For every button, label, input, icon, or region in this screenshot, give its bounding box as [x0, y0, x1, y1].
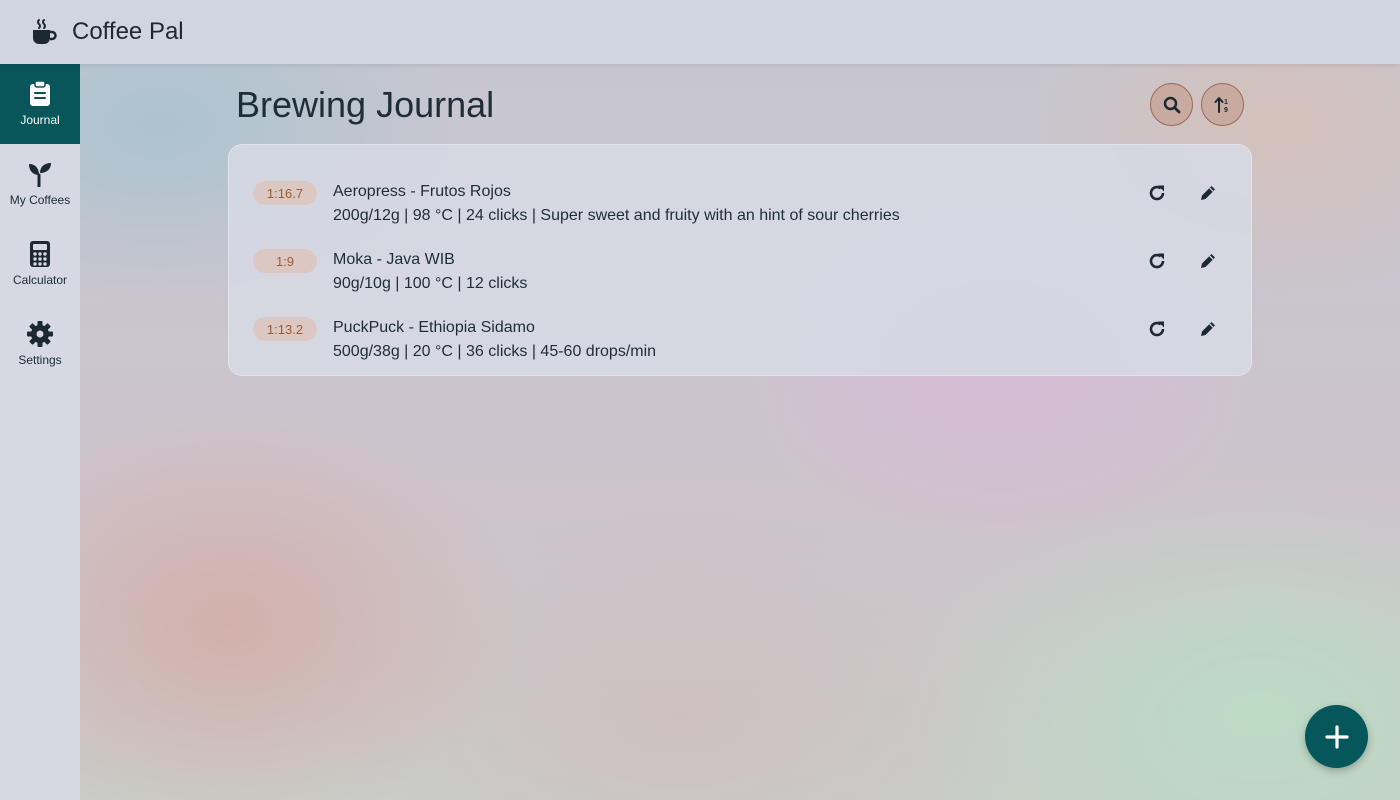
- refresh-icon: [1148, 184, 1166, 202]
- edit-button[interactable]: [1192, 313, 1224, 345]
- pencil-icon: [1199, 184, 1217, 202]
- svg-text:1: 1: [1224, 99, 1228, 106]
- gear-icon: [27, 321, 53, 347]
- sidebar-item-label: My Coffees: [9, 193, 71, 207]
- sidebar-item-settings[interactable]: Settings: [0, 304, 80, 384]
- entry-title: PuckPuck - Ethiopia Sidamo: [333, 319, 535, 336]
- app-bar: Coffee Pal: [0, 0, 1400, 64]
- entry-details: 90g/10g | 100 °C | 12 clicks: [333, 275, 528, 292]
- edit-button[interactable]: [1192, 177, 1224, 209]
- edit-button[interactable]: [1192, 245, 1224, 277]
- calculator-icon: [27, 241, 53, 267]
- sidebar-item-my-coffees[interactable]: My Coffees: [0, 144, 80, 224]
- search-icon: [1163, 96, 1181, 114]
- sidebar-item-journal[interactable]: Journal: [0, 64, 80, 144]
- rebrew-button[interactable]: [1141, 245, 1173, 277]
- clipboard-icon: [27, 81, 53, 107]
- journal-entry[interactable]: 1:13.2 PuckPuck - Ethiopia Sidamo 500g/3…: [229, 293, 1253, 361]
- app-title: Coffee Pal: [72, 18, 184, 45]
- sort-icon: 1 9: [1214, 96, 1232, 114]
- seedling-icon: [27, 161, 53, 187]
- refresh-icon: [1148, 320, 1166, 338]
- add-entry-button[interactable]: [1305, 705, 1368, 768]
- journal-list: 1:16.7 Aeropress - Frutos Rojos 200g/12g…: [228, 144, 1252, 376]
- journal-entry[interactable]: 1:16.7 Aeropress - Frutos Rojos 200g/12g…: [229, 157, 1253, 225]
- ratio-badge: 1:16.7: [253, 181, 317, 205]
- entry-title: Aeropress - Frutos Rojos: [333, 183, 511, 200]
- sidebar-item-label: Journal: [20, 113, 60, 127]
- pencil-icon: [1199, 252, 1217, 270]
- entry-text: Aeropress - Frutos Rojos 200g/12g | 98 °…: [333, 182, 900, 226]
- svg-text:9: 9: [1224, 107, 1228, 114]
- ratio-badge: 1:13.2: [253, 317, 317, 341]
- pencil-icon: [1199, 320, 1217, 338]
- plus-icon: [1324, 724, 1349, 749]
- sidebar-item-calculator[interactable]: Calculator: [0, 224, 80, 304]
- sidebar-item-label: Calculator: [12, 273, 68, 287]
- sort-button[interactable]: 1 9: [1201, 83, 1244, 126]
- page-title: Brewing Journal: [236, 84, 495, 125]
- entry-text: Moka - Java WIB 90g/10g | 100 °C | 12 cl…: [333, 250, 527, 294]
- rebrew-button[interactable]: [1141, 313, 1173, 345]
- coffee-cup-icon: [30, 18, 58, 46]
- rebrew-button[interactable]: [1141, 177, 1173, 209]
- sidebar-item-label: Settings: [18, 353, 62, 367]
- search-button[interactable]: [1150, 83, 1193, 126]
- ratio-badge: 1:9: [253, 249, 317, 273]
- journal-entry[interactable]: 1:9 Moka - Java WIB 90g/10g | 100 °C | 1…: [229, 225, 1253, 293]
- entry-details: 500g/38g | 20 °C | 36 clicks | 45-60 dro…: [333, 343, 657, 360]
- entry-details: 200g/12g | 98 °C | 24 clicks | Super swe…: [333, 207, 900, 224]
- entry-text: PuckPuck - Ethiopia Sidamo 500g/38g | 20…: [333, 318, 656, 362]
- entry-title: Moka - Java WIB: [333, 251, 455, 268]
- refresh-icon: [1148, 252, 1166, 270]
- sidebar: Journal My Coffees Calculator Settings: [0, 64, 80, 800]
